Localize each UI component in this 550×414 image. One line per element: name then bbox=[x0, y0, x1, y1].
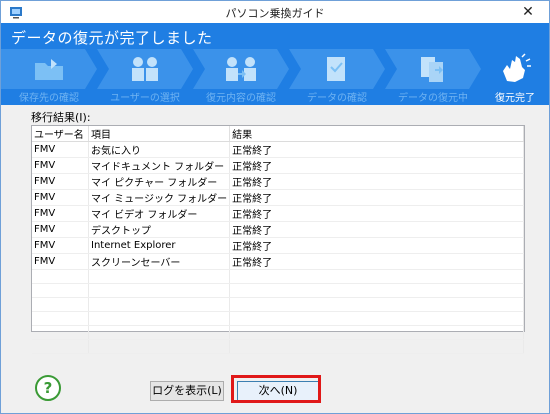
table-row[interactable] bbox=[32, 269, 524, 284]
table-row[interactable]: FMV Internet Explorer 正常終了 bbox=[32, 237, 524, 254]
cell-user: FMV bbox=[32, 173, 89, 190]
folder-icon bbox=[35, 59, 63, 80]
cell-item: スクリーンセーバー bbox=[88, 253, 231, 270]
cell-user: FMV bbox=[32, 205, 89, 222]
cell-result bbox=[229, 269, 524, 284]
cell-result: 正常終了 bbox=[229, 253, 524, 270]
cell-user: FMV bbox=[32, 221, 89, 238]
window-title: パソコン乗換ガイド bbox=[225, 7, 325, 20]
app-window: パソコン乗換ガイド ✕ データの復元が完了しました 保存先の確認 ユーザーの選択 bbox=[0, 0, 550, 414]
users-icon bbox=[132, 57, 158, 81]
cell-item: お気に入り bbox=[88, 141, 231, 158]
cell-item bbox=[88, 283, 231, 298]
progress-steps: 保存先の確認 ユーザーの選択 復元内容の確認 データの確認 データの復元中 復元… bbox=[1, 49, 549, 105]
step-label: 復元完了 bbox=[495, 93, 535, 104]
step-data-confirm: データの確認 bbox=[289, 49, 385, 105]
cell-user: FMV bbox=[32, 189, 89, 206]
cell-result: 正常終了 bbox=[229, 237, 524, 254]
step-restore-confirm: 復元内容の確認 bbox=[193, 49, 289, 105]
table-body: FMV お気に入り 正常終了 FMV マイドキュメント フォルダー 正常終了 FMV マイ ピ… bbox=[32, 141, 524, 354]
cell-user bbox=[32, 297, 89, 312]
cell-user bbox=[32, 269, 89, 284]
copy-icon bbox=[421, 57, 443, 82]
cell-user bbox=[32, 311, 89, 326]
results-list[interactable]: ユーザー名 項目 結果 FMV お気に入り 正常終了 FMV マイドキュメント フォルダ… bbox=[31, 125, 525, 354]
document-check-icon bbox=[327, 57, 345, 81]
cell-item bbox=[88, 297, 231, 312]
table-row[interactable] bbox=[32, 297, 524, 312]
step-restoring: データの復元中 bbox=[385, 49, 481, 105]
column-header-result[interactable]: 結果 bbox=[229, 126, 524, 142]
page-title: データの復元が完了しました bbox=[11, 29, 213, 47]
cell-item: デスクトップ bbox=[88, 221, 231, 238]
cell-result bbox=[229, 297, 524, 312]
step-label: 保存先の確認 bbox=[19, 93, 79, 104]
table-row[interactable] bbox=[32, 311, 524, 326]
table-row[interactable]: FMV マイ ビデオ フォルダー 正常終了 bbox=[32, 205, 524, 222]
cell-result bbox=[229, 283, 524, 298]
cell-result: 正常終了 bbox=[229, 141, 524, 158]
table-row[interactable]: FMV お気に入り 正常終了 bbox=[32, 141, 524, 158]
header-banner: データの復元が完了しました bbox=[1, 23, 549, 49]
cell-result bbox=[229, 311, 524, 326]
step-label: 復元内容の確認 bbox=[206, 93, 276, 104]
step-label: ユーザーの選択 bbox=[110, 93, 180, 104]
cell-user: FMV bbox=[32, 141, 89, 158]
help-icon[interactable]: ? bbox=[35, 375, 61, 401]
table-row[interactable]: FMV マイドキュメント フォルダー 正常終了 bbox=[32, 157, 524, 174]
step-label: データの復元中 bbox=[398, 93, 468, 104]
close-icon[interactable]: ✕ bbox=[519, 3, 537, 21]
step-label: データの確認 bbox=[307, 93, 367, 104]
column-header-item[interactable]: 項目 bbox=[88, 126, 231, 142]
step-save-location: 保存先の確認 bbox=[1, 49, 97, 105]
cell-result: 正常終了 bbox=[229, 205, 524, 222]
footer: ? ログを表示(L) 次へ(N) bbox=[1, 335, 549, 413]
cell-user: FMV bbox=[32, 253, 89, 270]
cell-item: Internet Explorer bbox=[88, 237, 231, 254]
cell-user: FMV bbox=[32, 157, 89, 174]
cell-item: マイ ミュージック フォルダー bbox=[88, 189, 231, 206]
cell-result: 正常終了 bbox=[229, 221, 524, 238]
table-row[interactable]: FMV スクリーンセーバー 正常終了 bbox=[32, 253, 524, 270]
column-header-user[interactable]: ユーザー名 bbox=[32, 126, 89, 142]
cell-item: マイドキュメント フォルダー bbox=[88, 157, 231, 174]
cell-item bbox=[88, 269, 231, 284]
table-header-row: ユーザー名 項目 結果 bbox=[32, 126, 524, 142]
table-row[interactable] bbox=[32, 283, 524, 298]
cell-item: マイ ピクチャー フォルダー bbox=[88, 173, 231, 190]
cell-item: マイ ビデオ フォルダー bbox=[88, 205, 231, 222]
highlight-frame bbox=[231, 375, 321, 403]
users-transfer-icon bbox=[226, 57, 256, 81]
table-row[interactable]: FMV デスクトップ 正常終了 bbox=[32, 221, 524, 238]
step-user-select: ユーザーの選択 bbox=[97, 49, 193, 105]
table-row[interactable]: FMV マイ ピクチャー フォルダー 正常終了 bbox=[32, 173, 524, 190]
cell-user: FMV bbox=[32, 237, 89, 254]
cell-result: 正常終了 bbox=[229, 173, 524, 190]
show-log-button[interactable]: ログを表示(L) bbox=[150, 381, 224, 401]
cell-user bbox=[32, 283, 89, 298]
cell-item bbox=[88, 311, 231, 326]
cell-result: 正常終了 bbox=[229, 189, 524, 206]
cell-result: 正常終了 bbox=[229, 157, 524, 174]
title-bar: パソコン乗換ガイド ✕ bbox=[1, 1, 549, 23]
results-label: 移行結果(I): bbox=[31, 111, 91, 124]
clap-icon bbox=[503, 53, 531, 82]
table-row[interactable]: FMV マイ ミュージック フォルダー 正常終了 bbox=[32, 189, 524, 206]
results-table: ユーザー名 項目 結果 FMV お気に入り 正常終了 FMV マイドキュメント フォルダ… bbox=[32, 126, 524, 354]
step-complete: 復元完了 bbox=[481, 49, 549, 105]
